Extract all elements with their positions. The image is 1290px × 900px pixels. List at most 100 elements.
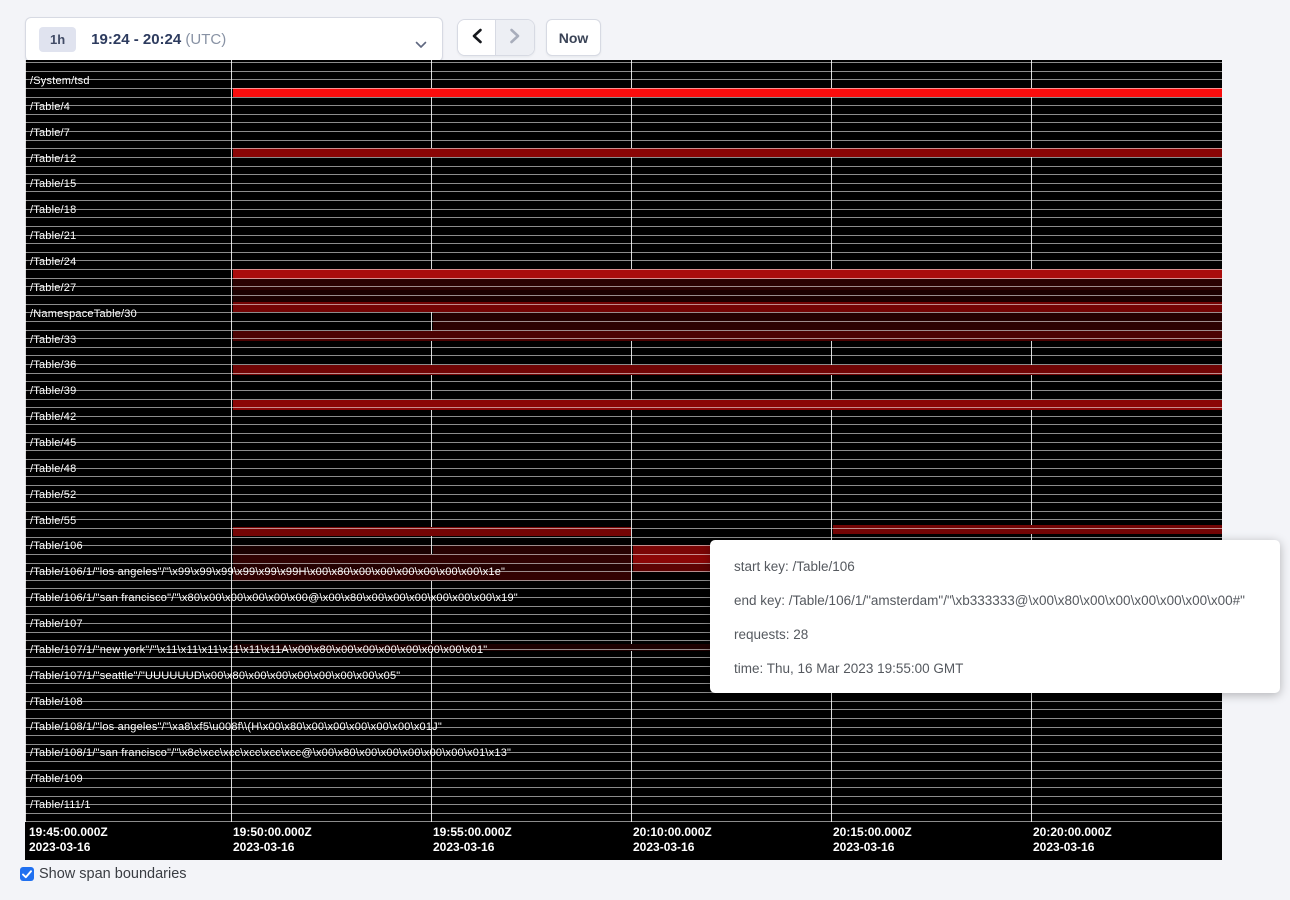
now-button[interactable]: Now [546, 19, 601, 56]
next-range-button[interactable] [496, 20, 534, 55]
span-boundary-line [25, 312, 1222, 313]
time-axis-label: 20:20:00.000Z2023-03-16 [1033, 825, 1112, 855]
span-activity-band [233, 88, 1222, 97]
span-boundary-line [25, 476, 1222, 477]
span-boundary-line [25, 701, 1222, 702]
span-boundary-line [25, 347, 1222, 348]
span-key-label: /Table/106 [30, 541, 83, 552]
tooltip-requests: requests: 28 [734, 618, 1256, 652]
span-boundary-line [25, 727, 1222, 728]
span-boundary-line [25, 295, 1222, 296]
span-boundary-line [25, 485, 1222, 486]
span-boundary-line [25, 744, 1222, 745]
span-boundary-line [25, 114, 1222, 115]
span-boundary-line [25, 364, 1222, 365]
span-key-label: /Table/111/1 [30, 800, 91, 811]
span-boundary-line [25, 321, 1222, 322]
span-boundary-line [25, 735, 1222, 736]
time-axis-date: 2023-03-16 [833, 840, 912, 855]
span-activity-band [233, 545, 431, 554]
span-boundary-line [25, 761, 1222, 762]
time-range-dropdown[interactable]: 1h 19:24 - 20:24 (UTC) [25, 17, 443, 62]
span-key-label: /System/tsd [30, 76, 90, 87]
time-axis-label: 20:15:00.000Z2023-03-16 [833, 825, 912, 855]
time-axis-date: 2023-03-16 [233, 840, 312, 855]
time-axis-date: 2023-03-16 [633, 840, 712, 855]
span-boundary-line [25, 709, 1222, 710]
span-boundary-line [25, 519, 1222, 520]
span-boundary-line [25, 778, 1222, 779]
span-boundary-line [25, 79, 1222, 80]
span-boundary-line [25, 260, 1222, 261]
previous-range-button[interactable] [458, 20, 496, 55]
span-boundary-line [25, 226, 1222, 227]
span-boundaries-control: Show span boundaries [20, 866, 187, 882]
time-axis-label: 19:45:00.000Z2023-03-16 [29, 825, 108, 855]
span-activity-band [633, 545, 710, 554]
chevron-left-icon [471, 28, 483, 47]
tooltip-end-key: end key: /Table/106/1/"amsterdam"/"\xb33… [734, 584, 1256, 618]
span-boundary-line [25, 62, 1222, 63]
span-boundary-line [25, 338, 1222, 339]
span-boundary-line [25, 71, 1222, 72]
span-activity-band [233, 279, 1222, 290]
span-activity-band [833, 525, 1222, 534]
span-key-label: /Table/45 [30, 438, 76, 449]
span-boundary-line [25, 252, 1222, 253]
span-key-label: /Table/15 [30, 179, 76, 190]
span-key-label: /Table/52 [30, 490, 76, 501]
span-boundary-line [25, 787, 1222, 788]
span-key-label: /Table/36 [30, 360, 76, 371]
heatmap-tooltip: start key: /Table/106 end key: /Table/10… [710, 540, 1280, 693]
span-boundary-line [25, 537, 1222, 538]
time-range-value: 19:24 - 20:24 [91, 31, 181, 48]
span-key-label: /Table/48 [30, 464, 76, 475]
time-axis-date: 2023-03-16 [433, 840, 512, 855]
span-boundary-line [25, 235, 1222, 236]
span-key-label: /Table/109 [30, 774, 83, 785]
span-boundary-line [25, 140, 1222, 141]
span-boundary-line [25, 97, 1222, 98]
span-boundary-line [25, 330, 1222, 331]
span-boundary-line [25, 813, 1222, 814]
span-boundary-line [25, 407, 1222, 408]
span-key-label: /Table/107/1/"seattle"/"UUUUUUD\x00\x80\… [30, 671, 400, 682]
span-boundary-line [25, 390, 1222, 391]
span-boundary-line [25, 416, 1222, 417]
time-axis-label: 19:50:00.000Z2023-03-16 [233, 825, 312, 855]
span-boundary-line [25, 122, 1222, 123]
span-boundary-line [25, 209, 1222, 210]
time-nav-arrows [457, 19, 535, 56]
span-boundary-line [25, 304, 1222, 305]
span-boundary-line [25, 373, 1222, 374]
span-key-label: /Table/12 [30, 154, 76, 165]
time-axis-label: 20:10:00.000Z2023-03-16 [633, 825, 712, 855]
span-key-label: /Table/33 [30, 335, 76, 346]
time-axis-label: 19:55:00.000Z2023-03-16 [433, 825, 512, 855]
span-key-label: /Table/7 [30, 128, 70, 139]
span-key-label: /Table/42 [30, 412, 76, 423]
span-boundary-line [25, 770, 1222, 771]
span-key-label: /Table/106/1/"los angeles"/"\x99\x99\x99… [30, 567, 505, 578]
time-range-label: 19:24 - 20:24 (UTC) [91, 31, 226, 48]
span-boundary-line [25, 450, 1222, 451]
span-boundary-line [25, 424, 1222, 425]
span-boundary-line [25, 166, 1222, 167]
span-activity-band [433, 312, 1222, 321]
span-key-label: /Table/27 [30, 283, 76, 294]
span-boundary-line [25, 191, 1222, 192]
span-key-label: /Table/39 [30, 386, 76, 397]
span-key-label: /Table/107 [30, 619, 83, 630]
span-key-label: /Table/55 [30, 516, 76, 527]
show-span-boundaries-checkbox[interactable] [20, 867, 34, 881]
span-boundary-line [25, 381, 1222, 382]
time-range-preset-badge: 1h [39, 27, 76, 52]
span-boundary-line [25, 157, 1222, 158]
chevron-down-icon [415, 36, 427, 54]
span-boundary-line [25, 511, 1222, 512]
span-key-label: /Table/21 [30, 231, 76, 242]
span-key-label: /Table/24 [30, 257, 76, 268]
span-boundary-line [25, 131, 1222, 132]
key-visualizer-heatmap[interactable]: /System/tsd/Table/4/Table/7/Table/12/Tab… [25, 60, 1222, 860]
span-key-label: /NamespaceTable/30 [30, 309, 137, 320]
